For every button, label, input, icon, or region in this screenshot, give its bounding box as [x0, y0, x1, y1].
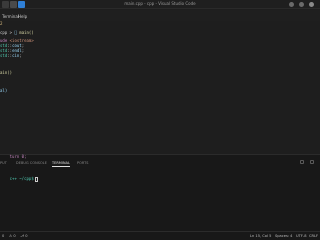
cursor-position[interactable]: Ln 15, Col 5 [250, 234, 271, 238]
code-token: ; [19, 53, 22, 58]
close-icon[interactable] [309, 2, 314, 7]
warnings-status[interactable]: ⚠ 0 [9, 234, 16, 238]
line-ending[interactable]: CRLF [309, 234, 318, 238]
code-line-5: std::cin; [0, 53, 22, 58]
encoding[interactable]: UTF-8 [296, 234, 306, 238]
panel-tabs: PUT DEBUG CONSOLE TERMINAL PORTS [0, 161, 320, 169]
terminal-prompt[interactable]: c++ ~/cpp$ [0, 171, 38, 187]
remote-status[interactable]: 0 [2, 234, 4, 238]
code-line-1: cpp > ⎕ main() [0, 30, 34, 35]
code-line-6: ain() [0, 70, 12, 75]
code-editor[interactable]: cpp > ⎕ main() ude <iostream> std::cout;… [0, 30, 320, 154]
menu-item-terminal[interactable]: Terminal [2, 14, 19, 19]
close-panel-icon[interactable] [310, 160, 314, 164]
ports-status[interactable]: ⎇ 0 [20, 234, 28, 238]
menu-item-help[interactable]: Help [18, 14, 27, 19]
status-bar: 0 ⚠ 0 ⎇ 0 Ln 15, Col 5 Spaces: 4 UTF-8 C… [0, 231, 320, 240]
code-token: ain() [0, 70, 13, 75]
maximize-panel-icon[interactable] [300, 160, 304, 164]
code-line-return: turn 0; [0, 149, 27, 164]
minimize-icon[interactable] [289, 2, 294, 7]
code-token: main() [16, 30, 34, 35]
tab-ports[interactable]: PORTS [77, 161, 89, 165]
code-token: ; [21, 48, 25, 53]
return-text: turn 0; [9, 154, 27, 159]
menu-bar: Terminal Help [0, 10, 320, 21]
terminal-cursor [34, 176, 38, 182]
indentation[interactable]: Spaces: 4 [275, 234, 292, 238]
breadcrumb: 2 [0, 21, 3, 26]
terminal-prompt-text: c++ ~/cpp$ [9, 176, 34, 181]
code-line-7: al) [0, 88, 7, 93]
bottom-panel: PUT DEBUG CONSOLE TERMINAL PORTS turn 0;… [0, 154, 320, 231]
code-token: al) [0, 88, 8, 93]
window-title: main.cpp - cpp - Visual Studio Code [124, 1, 196, 6]
tab-terminal[interactable]: TERMINAL [52, 161, 71, 167]
maximize-icon[interactable] [299, 2, 304, 7]
title-bar: main.cpp - cpp - Visual Studio Code [0, 0, 320, 9]
